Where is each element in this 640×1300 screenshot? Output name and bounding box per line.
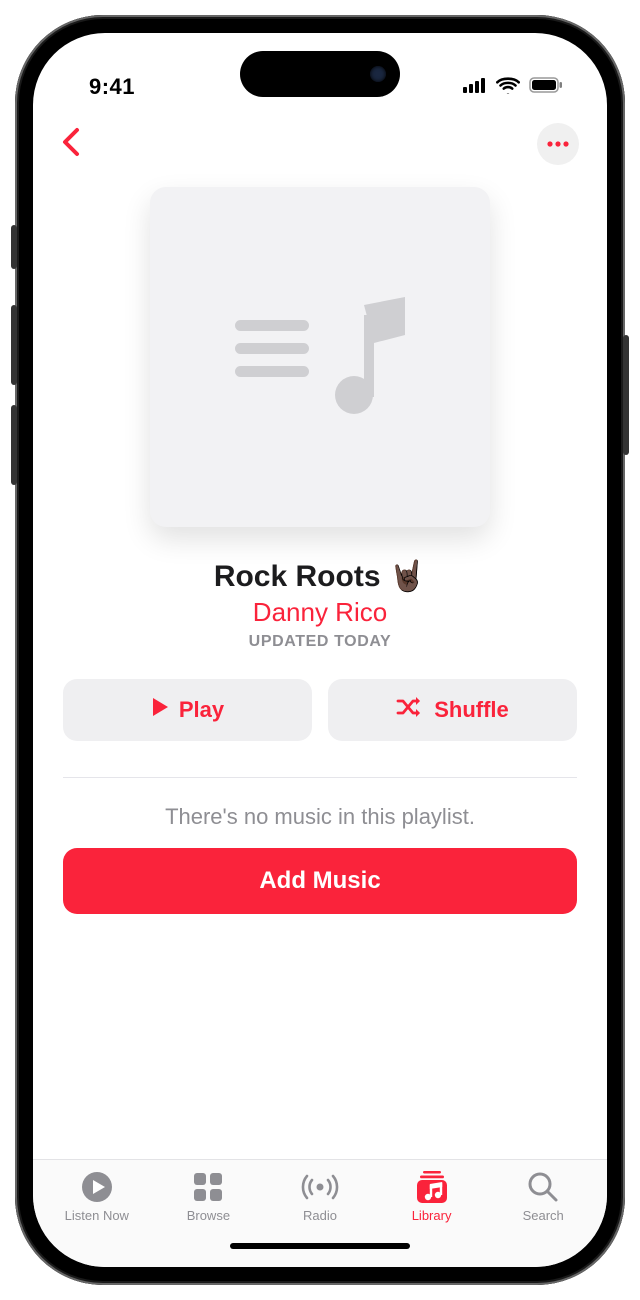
play-button[interactable]: Play	[63, 679, 312, 741]
power-button	[623, 335, 629, 455]
listen-now-icon	[80, 1170, 114, 1204]
play-icon	[151, 697, 169, 723]
more-icon	[546, 141, 570, 147]
screen: 9:41	[33, 33, 607, 1267]
tab-label: Listen Now	[65, 1208, 129, 1223]
battery-icon	[529, 77, 563, 98]
home-indicator[interactable]	[230, 1243, 410, 1249]
tab-label: Library	[412, 1208, 452, 1223]
playlist-title: Rock Roots 🤘🏿	[63, 559, 577, 594]
tab-label: Browse	[187, 1208, 230, 1223]
home-indicator-area	[33, 1227, 607, 1267]
tab-search[interactable]: Search	[487, 1170, 599, 1223]
add-music-label: Add Music	[259, 867, 380, 895]
search-icon	[527, 1170, 559, 1204]
front-camera	[370, 66, 386, 82]
library-icon	[415, 1170, 449, 1204]
play-label: Play	[179, 697, 224, 723]
ringer-switch	[11, 225, 17, 269]
tab-radio[interactable]: Radio	[264, 1170, 376, 1223]
playlist-author[interactable]: Danny Rico	[63, 597, 577, 628]
artwork-container	[63, 187, 577, 527]
tab-library[interactable]: Library	[376, 1170, 488, 1223]
title-block: Rock Roots 🤘🏿 Danny Rico UPDATED TODAY	[63, 559, 577, 651]
status-indicators	[463, 76, 563, 99]
shuffle-label: Shuffle	[434, 697, 509, 723]
status-time: 9:41	[89, 74, 135, 100]
nav-bar	[33, 113, 607, 175]
tab-listen-now[interactable]: Listen Now	[41, 1170, 153, 1223]
add-music-button[interactable]: Add Music	[63, 848, 577, 914]
tab-label: Search	[523, 1208, 564, 1223]
back-button[interactable]	[61, 127, 83, 162]
volume-down-button	[11, 405, 17, 485]
browse-icon	[192, 1170, 224, 1204]
playlist-updated: UPDATED TODAY	[63, 633, 577, 651]
radio-icon	[301, 1170, 339, 1204]
shuffle-icon	[396, 696, 424, 724]
empty-playlist-message: There's no music in this playlist.	[63, 804, 577, 830]
volume-up-button	[11, 305, 17, 385]
more-button[interactable]	[537, 123, 579, 165]
playlist-placeholder-icon	[225, 285, 415, 430]
playlist-artwork[interactable]	[150, 187, 490, 527]
action-row: Play Shuffle	[63, 679, 577, 741]
shuffle-button[interactable]: Shuffle	[328, 679, 577, 741]
wifi-icon	[496, 76, 520, 99]
tab-bar: Listen Now Browse Radio	[33, 1159, 607, 1227]
divider	[63, 777, 577, 778]
dynamic-island	[240, 51, 400, 97]
tab-label: Radio	[303, 1208, 337, 1223]
phone-frame: 9:41	[15, 15, 625, 1285]
tab-browse[interactable]: Browse	[153, 1170, 265, 1223]
content: Rock Roots 🤘🏿 Danny Rico UPDATED TODAY P…	[33, 175, 607, 1159]
cellular-icon	[463, 77, 487, 98]
